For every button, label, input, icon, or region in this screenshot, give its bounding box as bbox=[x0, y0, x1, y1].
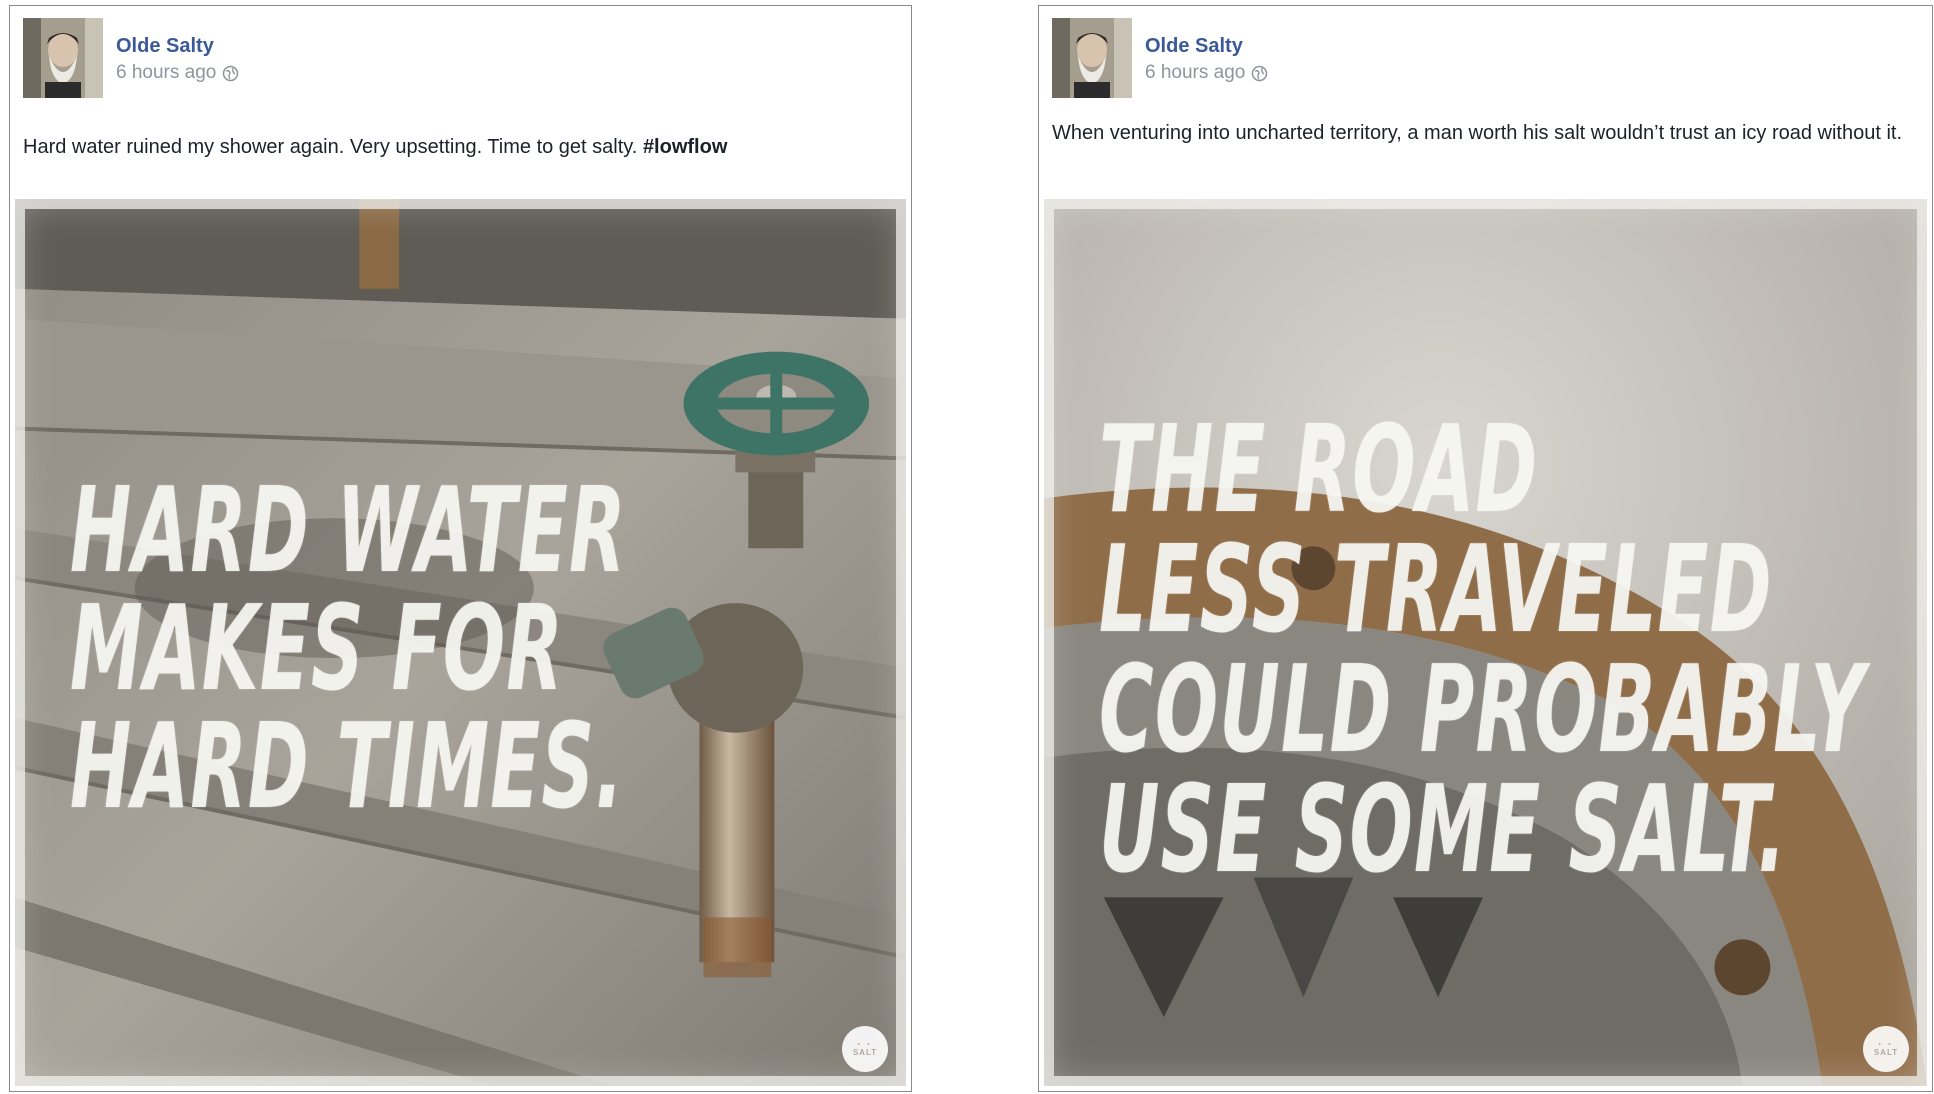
timestamp-link[interactable]: 6 hours ago bbox=[1145, 62, 1245, 84]
post-meta: 6 hours ago bbox=[1145, 62, 1268, 84]
headline-line: MAKES FOR bbox=[70, 579, 564, 717]
caption-text: When venturing into uncharted territory,… bbox=[1052, 122, 1903, 144]
post-header: Olde Salty 6 hours ago bbox=[23, 18, 823, 98]
avatar[interactable] bbox=[1052, 18, 1132, 98]
badge-label: SALT bbox=[852, 1047, 878, 1057]
caption-text: Hard water ruined my shower again. Very … bbox=[23, 136, 638, 158]
avatar[interactable] bbox=[23, 18, 103, 98]
author-name-link[interactable]: Olde Salty bbox=[116, 35, 214, 58]
globe-icon[interactable] bbox=[222, 65, 239, 82]
post-image[interactable]: THE ROAD LESS TRAVELED COULD PROBABLY US… bbox=[1044, 199, 1927, 1086]
image-headline: HARD WATER MAKES FOR HARD TIMES. bbox=[70, 471, 627, 825]
headline-line: HARD WATER bbox=[70, 461, 627, 599]
timestamp-link[interactable]: 6 hours ago bbox=[116, 62, 216, 84]
post-meta: 6 hours ago bbox=[116, 62, 239, 84]
hashtag-link[interactable]: #lowflow bbox=[643, 136, 727, 158]
post-image[interactable]: HARD WATER MAKES FOR HARD TIMES. • • SAL… bbox=[15, 199, 906, 1086]
post-caption: When venturing into uncharted territory,… bbox=[1052, 120, 1916, 147]
post-header: Olde Salty 6 hours ago bbox=[1052, 18, 1852, 98]
post-caption: Hard water ruined my shower again. Very … bbox=[23, 134, 895, 161]
headline-line: HARD TIMES. bbox=[70, 697, 625, 835]
salt-logo-badge: • • SALT bbox=[1863, 1026, 1909, 1072]
globe-icon[interactable] bbox=[1251, 65, 1268, 82]
post-card-road: Olde Salty 6 hours ago When venturing in… bbox=[1038, 5, 1933, 1092]
headline-line: USE SOME SALT. bbox=[1099, 761, 1788, 900]
headline-line: THE ROAD bbox=[1099, 401, 1539, 540]
badge-label: SALT bbox=[1873, 1047, 1899, 1057]
headline-line: COULD PROBABLY bbox=[1099, 641, 1866, 780]
headline-line: LESS TRAVELED bbox=[1099, 521, 1773, 660]
author-name-link[interactable]: Olde Salty bbox=[1145, 35, 1243, 58]
salt-logo-badge: • • SALT bbox=[842, 1026, 888, 1072]
post-card-hard-water: Olde Salty 6 hours ago Hard water ruined… bbox=[9, 5, 912, 1092]
image-headline: THE ROAD LESS TRAVELED COULD PROBABLY US… bbox=[1099, 411, 1865, 891]
